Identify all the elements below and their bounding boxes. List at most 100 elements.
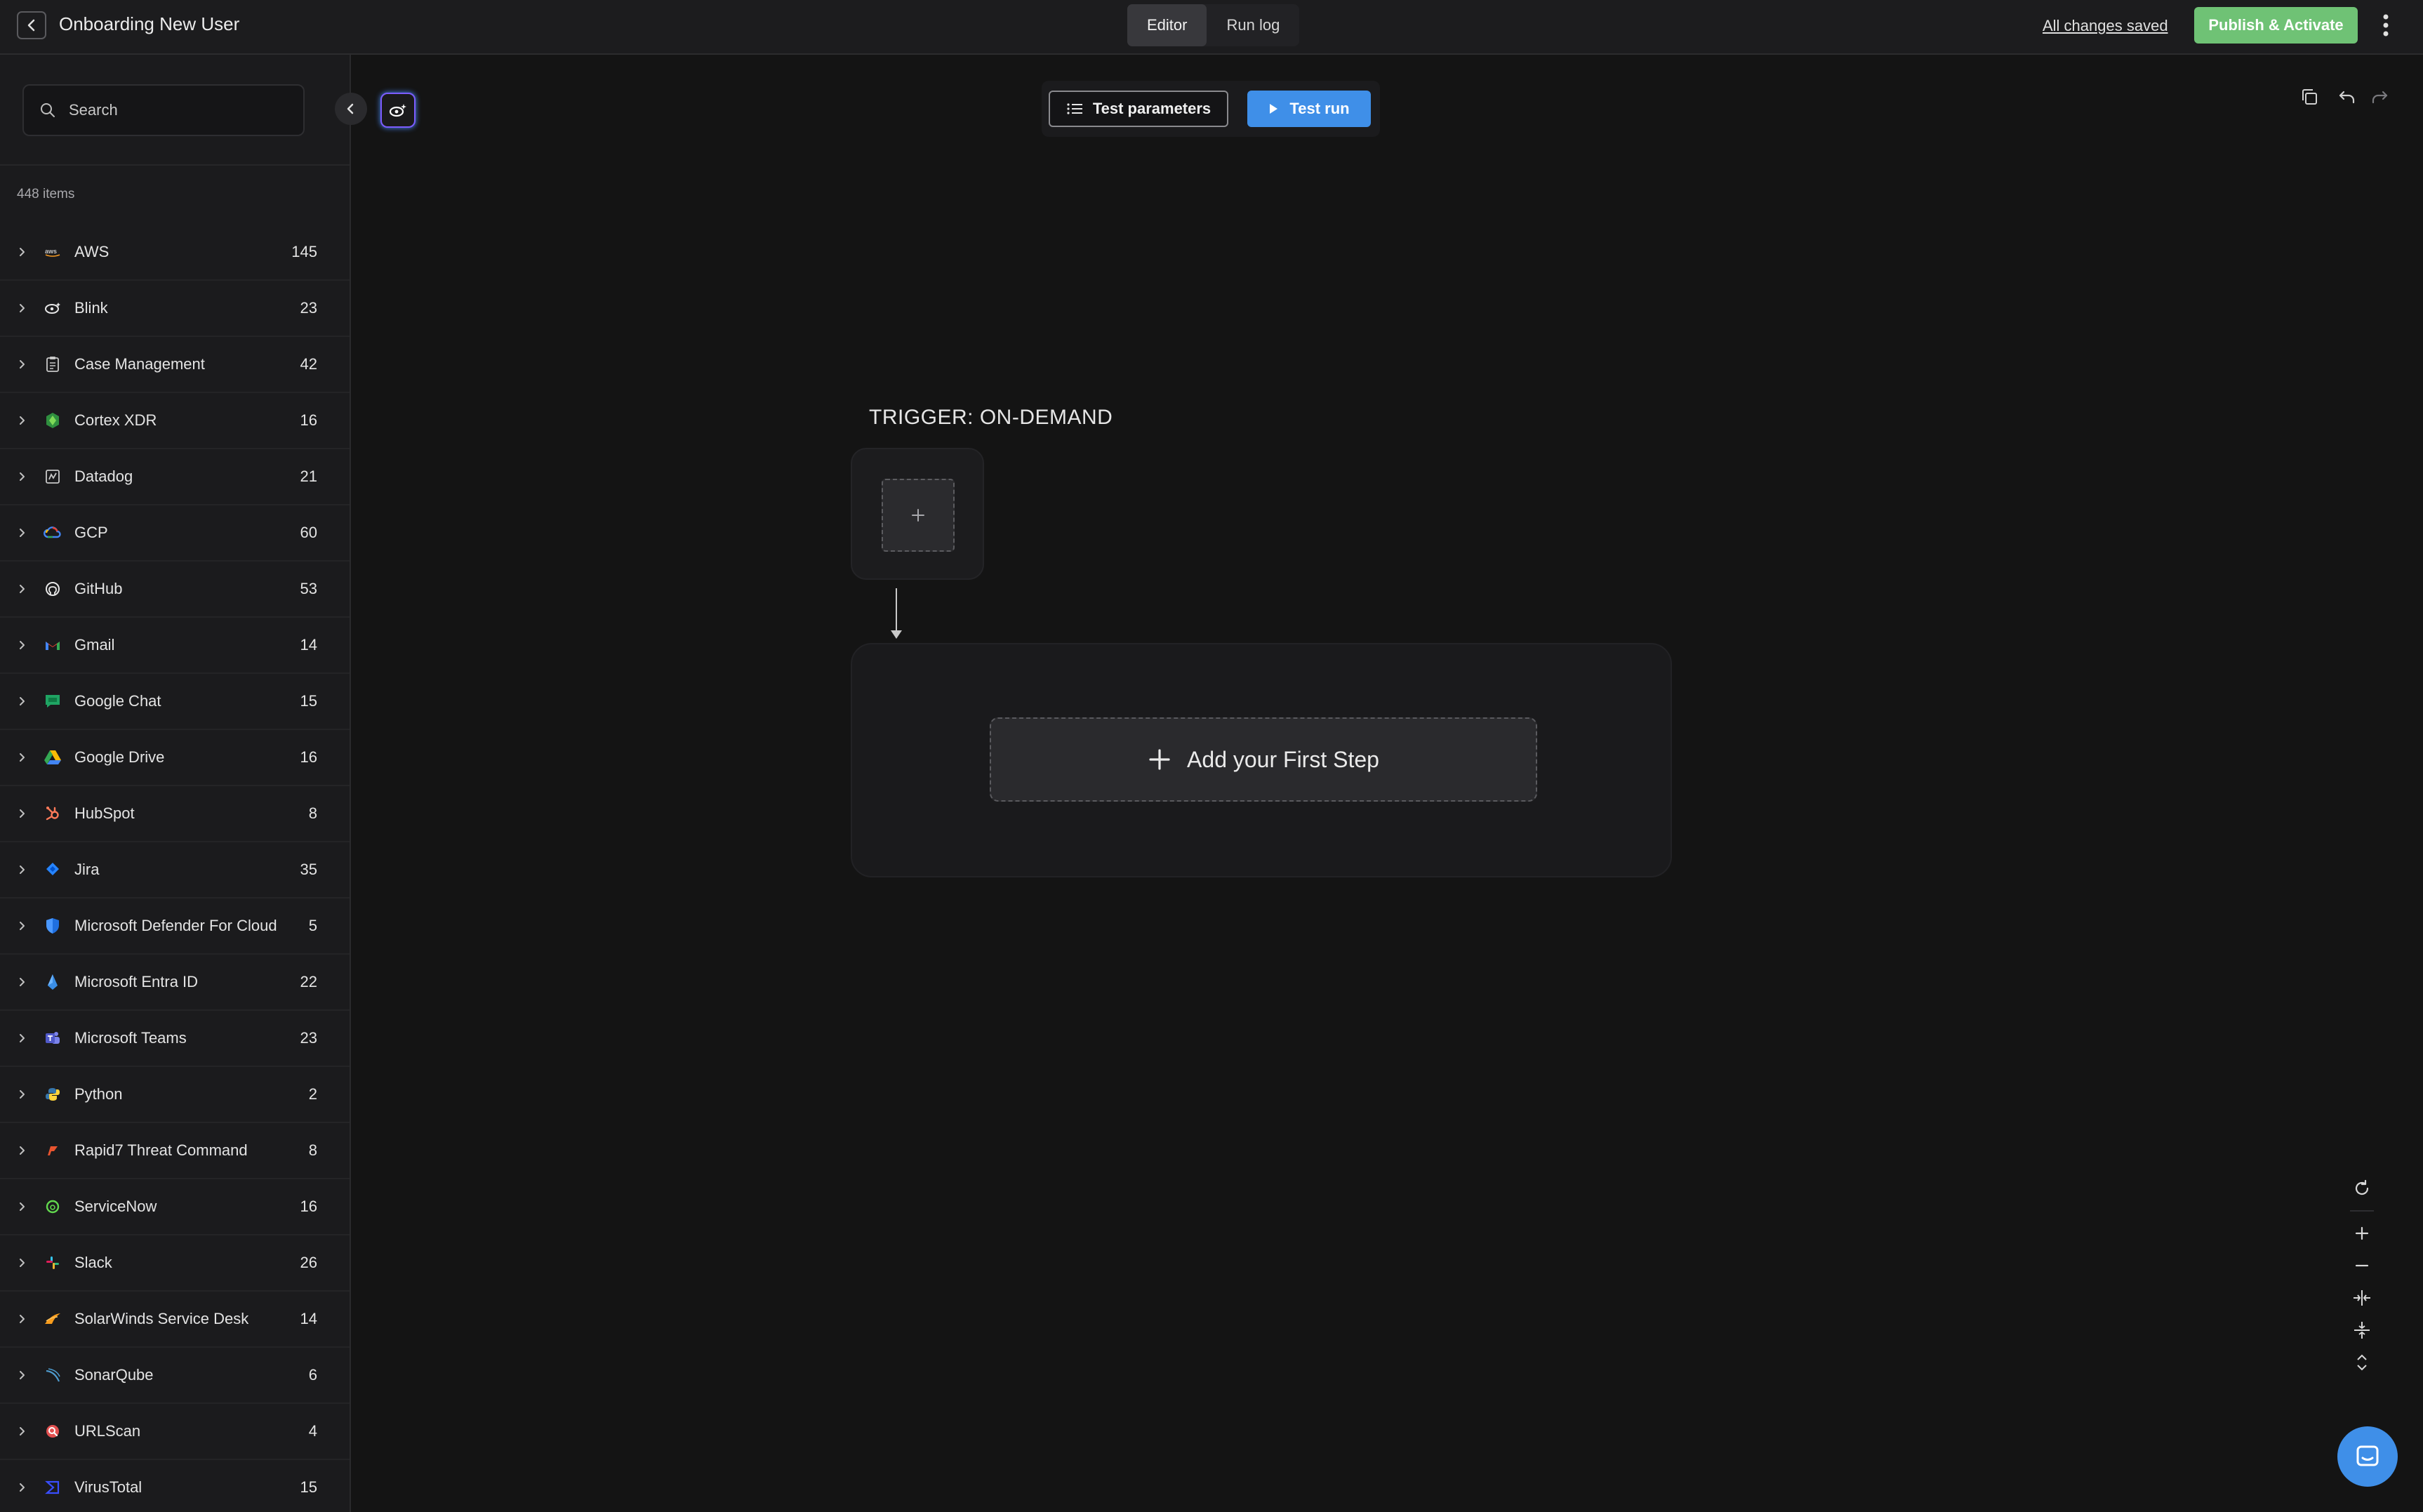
provider-row-urlscan[interactable]: URLScan 4 — [0, 1404, 350, 1460]
ai-assistant-icon — [389, 104, 406, 117]
fit-width-icon — [2354, 1290, 2370, 1306]
provider-count: 23 — [300, 299, 317, 317]
rapid7-icon — [42, 1140, 63, 1161]
undo-button[interactable] — [2332, 81, 2363, 112]
minus-icon — [2355, 1264, 2369, 1267]
back-button[interactable] — [17, 11, 46, 39]
provider-row-rapid7-threat-command[interactable]: Rapid7 Threat Command 8 — [0, 1123, 350, 1179]
save-status-link[interactable]: All changes saved — [2043, 17, 2168, 35]
chevron-right-icon — [18, 303, 29, 313]
trigger-node — [851, 448, 984, 580]
provider-name: Datadog — [74, 467, 133, 485]
test-run-label: Test run — [1289, 100, 1350, 117]
teams-icon — [42, 1028, 63, 1049]
provider-row-jira[interactable]: Jira 35 — [0, 842, 350, 898]
steps-container: Add your First Step — [851, 643, 1672, 877]
connector-arrow — [891, 630, 902, 639]
provider-row-hubspot[interactable]: HubSpot 8 — [0, 786, 350, 842]
chat-support-button[interactable] — [2337, 1426, 2398, 1487]
provider-row-github[interactable]: GitHub 53 — [0, 562, 350, 618]
provider-row-gmail[interactable]: Gmail 14 — [0, 618, 350, 674]
aws-icon: aws — [42, 241, 63, 263]
connector-line — [896, 588, 897, 635]
provider-row-servicenow[interactable]: ServiceNow 16 — [0, 1179, 350, 1235]
provider-row-sonarqube[interactable]: SonarQube 6 — [0, 1348, 350, 1404]
provider-row-python[interactable]: Python 2 — [0, 1067, 350, 1123]
ai-assistant-button[interactable] — [380, 93, 416, 128]
hubspot-icon — [42, 803, 63, 824]
provider-count: 8 — [308, 1141, 317, 1159]
chevron-left-icon — [347, 103, 354, 114]
tab-run-log[interactable]: Run log — [1207, 4, 1299, 46]
chevron-right-icon — [18, 584, 29, 594]
zoom-out-button[interactable] — [2346, 1251, 2378, 1280]
top-bar: Onboarding New User Editor Run log All c… — [0, 0, 2423, 55]
provider-row-case-management[interactable]: Case Management 42 — [0, 337, 350, 393]
google-chat-icon — [42, 691, 63, 712]
provider-name: VirusTotal — [74, 1478, 142, 1496]
provider-row-gcp[interactable]: GCP 60 — [0, 505, 350, 562]
workflow-title: Onboarding New User — [59, 13, 240, 34]
provider-name: ServiceNow — [74, 1198, 157, 1215]
provider-row-virustotal[interactable]: VirusTotal 15 — [0, 1460, 350, 1512]
provider-name: HubSpot — [74, 804, 135, 822]
zoom-in-button[interactable] — [2346, 1219, 2378, 1248]
test-toolbar: Test parameters Test run — [1042, 81, 1380, 137]
reset-view-button[interactable] — [2346, 1174, 2378, 1203]
provider-count: 16 — [300, 1198, 317, 1215]
provider-row-microsoft-teams[interactable]: Microsoft Teams 23 — [0, 1011, 350, 1067]
play-icon — [1270, 104, 1278, 114]
publish-activate-button[interactable]: Publish & Activate — [2194, 7, 2358, 44]
search-input[interactable] — [67, 100, 295, 120]
provider-count: 26 — [300, 1254, 317, 1271]
test-run-button[interactable]: Test run — [1247, 91, 1371, 127]
divider — [2350, 1210, 2374, 1212]
chevron-right-icon — [18, 1426, 29, 1436]
integrations-sidebar: 448 items awsAWS145Blink23Case Managemen… — [0, 55, 351, 1512]
tab-editor[interactable]: Editor — [1127, 4, 1207, 46]
search-icon — [39, 100, 59, 120]
expand-collapse-button[interactable] — [2346, 1348, 2378, 1377]
cortex-xdr-icon — [42, 410, 63, 431]
add-first-step-button[interactable]: Add your First Step — [990, 717, 1537, 802]
copy-button[interactable] — [2294, 81, 2325, 112]
chevron-right-icon — [18, 696, 29, 706]
provider-name: Jira — [74, 861, 100, 878]
undo-icon — [2339, 91, 2355, 104]
provider-row-google-chat[interactable]: Google Chat 15 — [0, 674, 350, 730]
add-trigger-button[interactable] — [882, 479, 955, 552]
provider-count: 5 — [308, 917, 317, 934]
python-icon — [42, 1084, 63, 1105]
redo-icon — [2372, 91, 2388, 104]
provider-row-datadog[interactable]: Datadog 21 — [0, 449, 350, 505]
provider-row-microsoft-entra-id[interactable]: Microsoft Entra ID 22 — [0, 955, 350, 1011]
more-options-button[interactable] — [2375, 10, 2396, 41]
provider-row-slack[interactable]: Slack 26 — [0, 1235, 350, 1292]
provider-row-blink[interactable]: Blink 23 — [0, 281, 350, 337]
fit-height-button[interactable] — [2346, 1315, 2378, 1345]
list-icon — [1067, 103, 1082, 114]
provider-row-solarwinds-service-desk[interactable]: SolarWinds Service Desk 14 — [0, 1292, 350, 1348]
provider-name: Google Chat — [74, 692, 161, 710]
provider-count: 42 — [300, 355, 317, 373]
provider-count: 22 — [300, 973, 317, 990]
collapse-sidebar-button[interactable] — [335, 93, 367, 125]
chevron-right-icon — [18, 1314, 29, 1324]
test-parameters-button[interactable]: Test parameters — [1049, 91, 1228, 127]
chevron-right-icon — [18, 1146, 29, 1155]
virustotal-icon — [42, 1477, 63, 1498]
svg-text:aws: aws — [45, 248, 57, 255]
provider-count: 4 — [308, 1422, 317, 1440]
provider-row-aws[interactable]: aws AWS 145 — [0, 225, 350, 281]
defender-icon — [42, 915, 63, 936]
provider-row-microsoft-defender-for-cloud[interactable]: Microsoft Defender For Cloud 5 — [0, 898, 350, 955]
fit-width-button[interactable] — [2346, 1283, 2378, 1313]
provider-name: Python — [74, 1085, 123, 1103]
redo-button[interactable] — [2364, 81, 2395, 112]
provider-row-google-drive[interactable]: Google Drive 16 — [0, 730, 350, 786]
kebab-menu-icon — [2383, 14, 2389, 37]
provider-row-cortex-xdr[interactable]: Cortex XDR 16 — [0, 393, 350, 449]
items-count: 448 items — [17, 187, 75, 201]
chevron-right-icon — [18, 416, 29, 425]
chevron-right-icon — [18, 1258, 29, 1268]
